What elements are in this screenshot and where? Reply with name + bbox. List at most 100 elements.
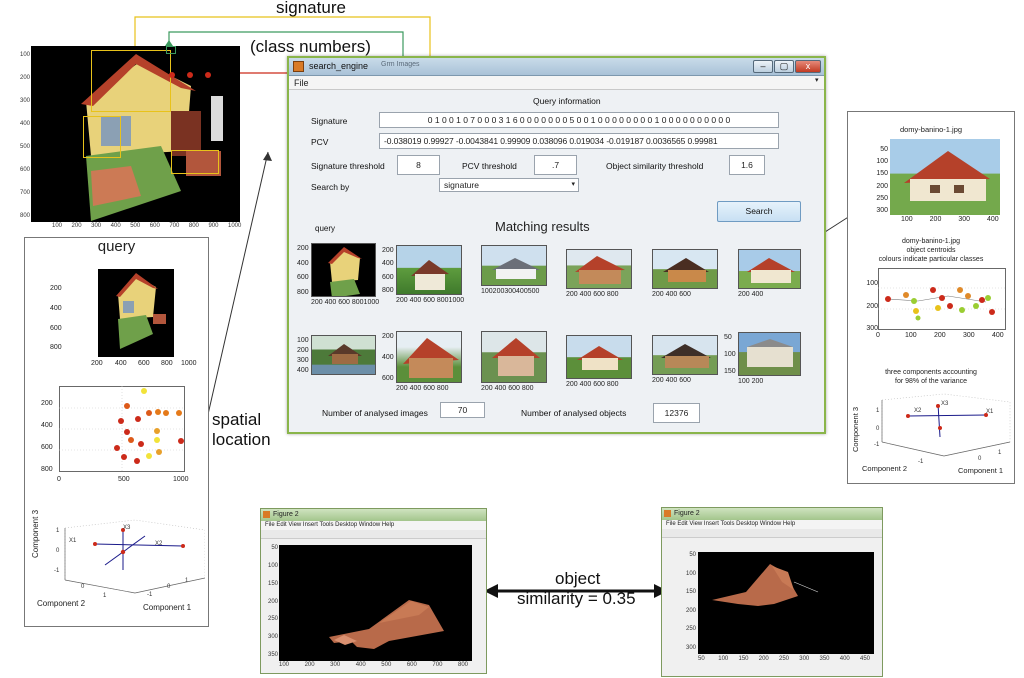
match-centroid-scatter	[878, 268, 1006, 330]
figure-left-toolbar[interactable]	[261, 530, 486, 539]
menu-file[interactable]: File	[294, 78, 309, 88]
result-thumb-3[interactable]	[481, 245, 547, 286]
figure-left-menu[interactable]: File Edit View Insert Tools Desktop Wind…	[261, 521, 486, 530]
result-thumb-query[interactable]	[311, 243, 376, 297]
object-annotation: object	[555, 569, 601, 588]
thumb-y-tick: 300	[297, 357, 309, 364]
match-c3-label: Component 3	[851, 406, 860, 452]
tick-label: 1000	[228, 223, 242, 229]
tick-label: 500	[130, 223, 141, 229]
tick-label: 200	[19, 75, 30, 81]
class-box-roof	[91, 50, 171, 112]
signature-annotation: signature	[276, 0, 346, 17]
tick-label: 200	[934, 332, 946, 339]
pcv-threshold-label: PCV threshold	[462, 161, 517, 171]
window-titlebar: search_engine Grm Images – ▢ x	[289, 58, 824, 76]
tick-label: 200	[304, 662, 315, 668]
obj-threshold-field[interactable]: 1.6	[729, 155, 765, 175]
tick-label: 300	[876, 207, 888, 214]
menu-arrow-icon: ▾	[815, 77, 819, 84]
tick-label: 250	[685, 626, 696, 633]
pcv-threshold-field[interactable]: .7	[534, 155, 577, 175]
thumb-x-ticks: 200 400 600 8001000	[311, 299, 380, 306]
query-info-title: Query information	[533, 96, 601, 106]
query-centroid-scatter	[59, 386, 185, 472]
signature-label: Signature	[311, 116, 348, 126]
tick-label: 150	[876, 170, 888, 178]
tick-label: 200	[929, 216, 942, 223]
tick-label: 300	[91, 223, 102, 229]
tick-label: 100	[718, 656, 729, 662]
tick-label: 50	[271, 545, 278, 551]
tick-label: 150	[738, 656, 749, 662]
tick-label: 400	[987, 216, 999, 223]
close-button[interactable]: x	[795, 60, 821, 73]
query-c3-label: Component 3	[31, 509, 40, 558]
thumb-x-ticks: 200 400 600 800	[566, 381, 619, 388]
result-thumb-4[interactable]	[566, 249, 632, 289]
obj-threshold-label: Object similarity threshold	[606, 161, 704, 171]
tick-label: 450	[860, 656, 871, 662]
tick-label: 200	[866, 302, 878, 310]
signature-field[interactable]: 0 1 0 0 1 0 7 0 0 0 3 1 6 0 0 0 0 0 0 0 …	[379, 112, 779, 128]
figure-right-toolbar[interactable]	[662, 529, 882, 538]
thumb-x-ticks: 100 200	[738, 378, 764, 385]
tick-label: 300	[958, 216, 971, 223]
tick-label: 250	[267, 616, 278, 623]
result-thumb-10[interactable]	[566, 335, 632, 379]
search-by-select[interactable]: signature ▾	[439, 178, 579, 192]
figure-left-plot	[279, 545, 472, 661]
result-thumb-5[interactable]	[652, 249, 718, 289]
tick-label: 800	[458, 662, 469, 668]
class-numbers-annotation: (class numbers)	[250, 37, 371, 56]
analysed-objects-field[interactable]: 12376	[653, 403, 700, 423]
search-button[interactable]: Search	[717, 201, 801, 222]
thumb-y-tick: 200	[297, 347, 309, 354]
pcv-label: PCV	[311, 137, 329, 147]
tick-label: 600	[19, 167, 30, 173]
query-panel: query 200 400 600 800 200 400 600 800 10…	[24, 237, 209, 627]
match-c1-label: Component 1	[958, 466, 1004, 475]
window-title: search_engine	[309, 61, 369, 71]
thumb-x-ticks: 200 400 600	[652, 291, 691, 298]
result-thumb-7[interactable]	[311, 335, 376, 375]
window-title-extra: Grm Images	[381, 61, 420, 68]
result-thumb-11[interactable]	[652, 335, 718, 375]
query-panel-image	[98, 269, 174, 357]
analysed-objects-label: Number of analysed objects	[521, 408, 627, 418]
figure-right-menu[interactable]: File Edit View Insert Tools Desktop Wind…	[662, 520, 882, 529]
tick-label: 50	[698, 656, 705, 662]
result-thumb-6[interactable]	[738, 249, 801, 289]
pcv-field[interactable]: -0.038019 0.99927 -0.0043841 0.99909 0.0…	[379, 133, 779, 149]
tick-label: 300	[866, 325, 878, 332]
tick-label: 400	[992, 332, 1004, 339]
tick-label: 100	[52, 223, 63, 229]
result-thumb-9[interactable]	[481, 331, 547, 383]
figure-left-titlebar: Figure 2	[261, 509, 486, 521]
thumb-x-ticks: 200 400 600 800	[396, 385, 449, 392]
matlab-icon	[293, 61, 304, 72]
select-arrow-icon: ▾	[571, 181, 575, 188]
figure-right-plot	[698, 552, 874, 654]
class-box-stairs	[171, 150, 219, 174]
analysed-images-field[interactable]: 70	[440, 402, 485, 418]
tick-label: 300	[19, 98, 30, 104]
minimize-button[interactable]: –	[753, 60, 773, 73]
result-thumb-12[interactable]	[738, 332, 801, 376]
thumb-y-tick: 600	[382, 273, 394, 281]
sig-threshold-label: Signature threshold	[311, 161, 385, 171]
spatial-location-annotation: spatial location	[212, 410, 271, 449]
query-image-y-ticks: 100 200 300 400 500 600 700 800	[14, 52, 30, 222]
search-by-label: Search by	[311, 182, 350, 192]
sig-threshold-field[interactable]: 8	[397, 155, 440, 175]
match-image	[890, 139, 1000, 215]
maximize-button[interactable]: ▢	[774, 60, 794, 73]
result-thumb-2[interactable]	[396, 245, 462, 295]
tick-label: 600	[406, 662, 417, 668]
tick-label: 350	[267, 652, 278, 658]
thumb-y-tick: 100	[724, 351, 736, 358]
tick-label: 100	[19, 52, 30, 58]
result-thumb-8[interactable]	[396, 331, 462, 383]
tick-label: 200	[267, 598, 278, 605]
thumb-y-tick: 100	[297, 337, 309, 344]
